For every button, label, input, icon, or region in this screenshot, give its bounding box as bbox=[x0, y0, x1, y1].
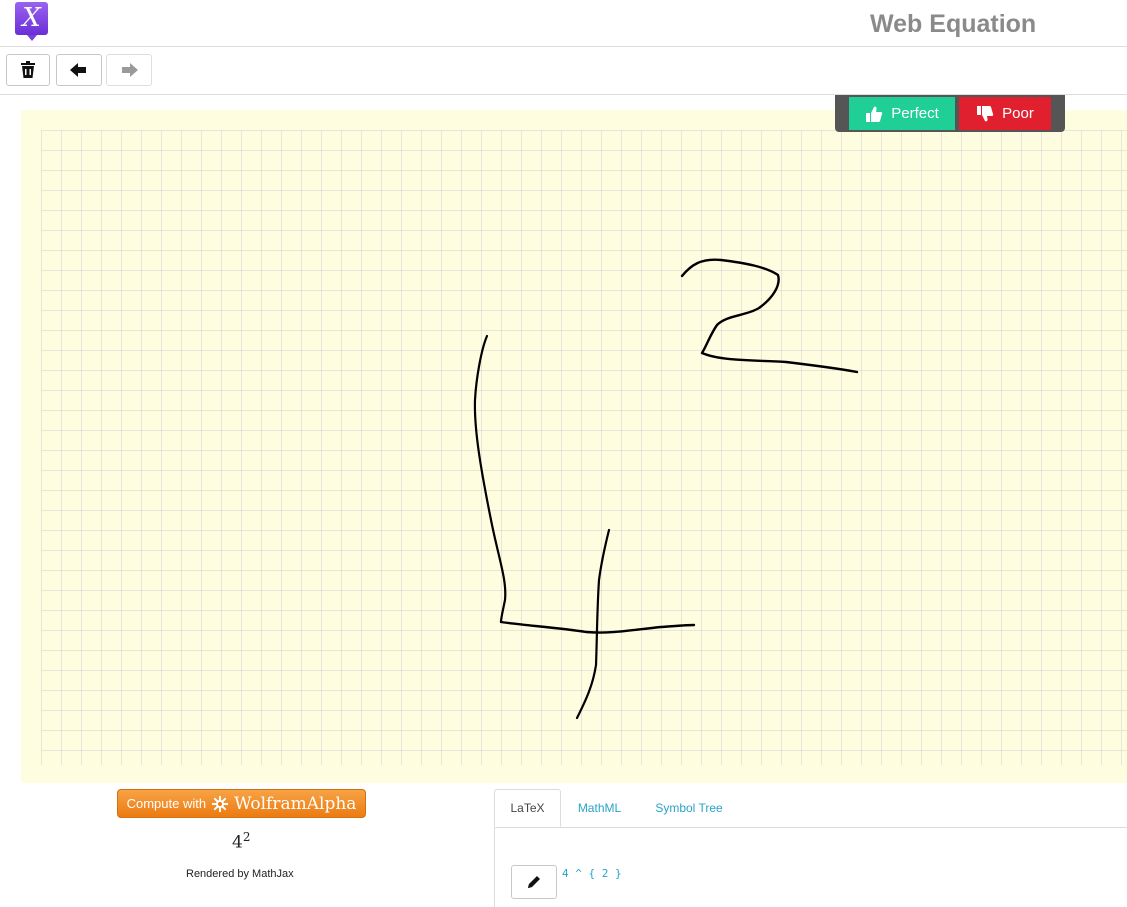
wolfram-star-icon bbox=[212, 795, 229, 812]
perfect-button[interactable]: Perfect bbox=[849, 97, 955, 130]
pencil-icon bbox=[528, 876, 540, 888]
tab-mathml-label: MathML bbox=[577, 801, 622, 815]
poor-label: Poor bbox=[1002, 105, 1034, 122]
redo-button[interactable] bbox=[106, 54, 152, 86]
logo-pin-shape bbox=[27, 35, 37, 41]
tab-panel-border bbox=[494, 828, 495, 907]
tab-symbol-tree-label: Symbol Tree bbox=[655, 801, 723, 815]
perfect-label: Perfect bbox=[891, 105, 939, 122]
app-logo[interactable]: X bbox=[15, 2, 48, 35]
app-header: X Web Equation bbox=[0, 0, 1127, 47]
tab-mathml[interactable]: MathML bbox=[566, 789, 633, 827]
rendered-equation: 42 bbox=[232, 830, 250, 853]
toolbar bbox=[0, 47, 1127, 95]
grid-and-strokes bbox=[41, 130, 1127, 765]
equation-exponent: 2 bbox=[242, 830, 251, 844]
tab-latex[interactable]: LaTeX bbox=[494, 789, 561, 827]
equation-base: 4 bbox=[232, 832, 243, 853]
wolfram-brand: WolframAlpha bbox=[234, 793, 357, 814]
undo-button[interactable] bbox=[56, 54, 102, 86]
edit-latex-button[interactable] bbox=[511, 865, 557, 899]
drawing-canvas[interactable] bbox=[21, 110, 1127, 783]
latex-code[interactable]: 4 ^ { 2 } bbox=[562, 867, 622, 880]
poor-button[interactable]: Poor bbox=[959, 97, 1051, 130]
grid bbox=[41, 130, 1127, 765]
arrow-left-icon bbox=[70, 63, 86, 77]
clear-button[interactable] bbox=[6, 54, 50, 86]
wolfram-prefix: Compute with bbox=[126, 796, 207, 811]
thumbs-up-icon bbox=[866, 106, 883, 122]
compute-wolfram-button[interactable]: Compute with WolframAlpha bbox=[117, 789, 366, 818]
feedback-bar: Perfect Poor bbox=[835, 95, 1065, 132]
trash-icon bbox=[21, 61, 35, 78]
thumbs-down-icon bbox=[977, 105, 994, 121]
output-tabs: LaTeX MathML Symbol Tree bbox=[494, 789, 1127, 828]
app-title: Web Equation bbox=[870, 10, 1037, 38]
tab-symbol-tree[interactable]: Symbol Tree bbox=[646, 789, 732, 827]
logo-glyph: X bbox=[22, 3, 41, 33]
tab-latex-label: LaTeX bbox=[510, 801, 545, 815]
arrow-right-icon bbox=[122, 63, 138, 77]
rendered-by-caption: Rendered by MathJax bbox=[186, 868, 294, 880]
